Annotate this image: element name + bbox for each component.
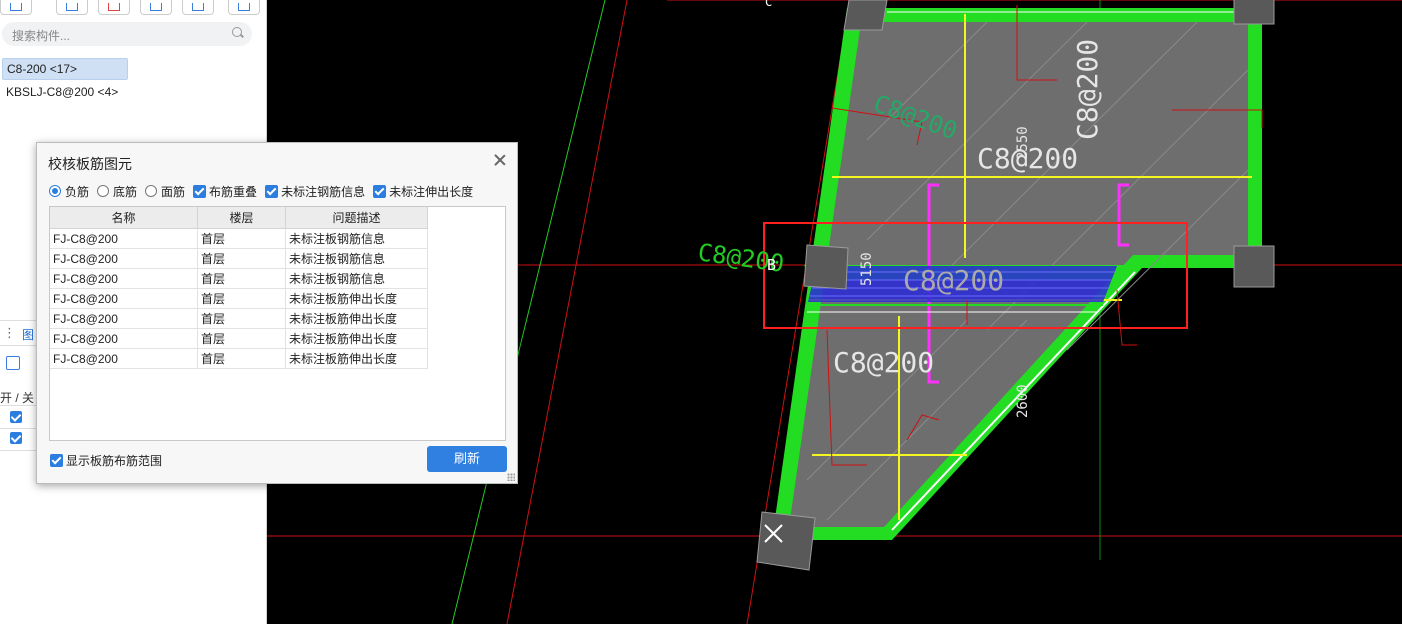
drag-handle-icon[interactable]: ⋮ [3,325,16,341]
table-row[interactable]: FJ-C8@200 首层 未标注板筋伸出长度 [50,348,428,369]
radio-label: 负筋 [65,184,90,199]
table-row[interactable]: FJ-C8@200 首层 未标注板钢筋信息 [50,248,428,269]
issue-table: 名称 楼层 问题描述 FJ-C8@200 首层 未标注板钢筋信息 FJ-C8@200… [50,207,428,369]
dimension-label: 5150 [859,252,875,286]
table-row[interactable]: FJ-C8@200 首层 未标注板筋伸出长度 [50,328,428,349]
cell-name: FJ-C8@200 [50,328,198,349]
cell-floor: 首层 [197,228,286,249]
axis-label: C [765,0,772,9]
cell-floor: 首层 [197,288,286,309]
checkbox-label: 未标注钢筋信息 [281,184,366,199]
cell-floor: 首层 [197,268,286,289]
radio-top[interactable]: 面筋 [145,183,185,200]
search-input[interactable]: 搜索构件... [12,27,70,44]
column-header-issue[interactable]: 问题描述 [285,207,428,229]
cell-floor: 首层 [197,248,286,269]
checkbox-icon[interactable] [265,184,279,198]
table-row[interactable]: FJ-C8@200 首层 未标注板钢筋信息 [50,268,428,289]
dimension-label: 2550 [1015,126,1031,160]
sort-icon[interactable] [182,0,214,15]
check-missing-length[interactable]: 未标注伸出长度 [373,183,473,200]
divider [0,428,40,429]
cell-floor: 首层 [197,348,286,369]
column-header-floor[interactable]: 楼层 [197,207,286,229]
layer-toggle-checkbox[interactable] [10,432,22,444]
rebar-label: C8@200 [1071,39,1104,140]
dimension-label: 2600 [1015,384,1031,418]
checkbox-icon[interactable] [373,184,387,198]
checkbox-label: 显示板筋布筋范围 [66,454,163,468]
component-item-selected[interactable]: C8-200 <17> [2,58,128,80]
search-icon[interactable] [232,27,242,37]
layer-settings-icon[interactable] [6,356,20,370]
radio-icon[interactable] [145,185,158,197]
more-icon[interactable] [228,0,260,15]
cell-floor: 首层 [197,328,286,349]
check-missing-info[interactable]: 未标注钢筋信息 [265,183,365,200]
table-row[interactable]: FJ-C8@200 首层 未标注板筋伸出长度 [50,288,428,309]
new-icon[interactable] [0,0,32,15]
close-icon[interactable] [493,153,507,167]
dialog-title: 校核板筋图元 [48,156,132,172]
rebar-label: C8@200 [903,264,1004,297]
table-row[interactable]: FJ-C8@200 首层 未标注板钢筋信息 [50,228,428,249]
side-tab-bar: ⋮ 图 [0,320,40,346]
radio-bottom[interactable]: 底筋 [97,183,137,200]
tab-layer[interactable]: 图 [22,326,34,343]
check-overlap[interactable]: 布筋重叠 [193,183,257,200]
divider [0,450,40,451]
table-row[interactable]: FJ-C8@200 首层 未标注板筋伸出长度 [50,308,428,329]
radio-label: 底筋 [113,184,138,199]
delete-icon[interactable] [98,0,130,15]
issue-table-container[interactable]: 名称 楼层 问题描述 FJ-C8@200 首层 未标注板钢筋信息 FJ-C8@200… [49,206,506,441]
onoff-column-header: 开 / 关 [0,391,35,405]
radio-icon[interactable] [97,185,110,197]
show-range-option[interactable]: 显示板筋布筋范围 [50,452,162,469]
radio-icon[interactable] [49,185,61,197]
cell-floor: 首层 [197,308,286,329]
divider [0,405,40,406]
radio-label: 面筋 [161,184,186,199]
axis-label: B [767,256,776,274]
cell-issue: 未标注板钢筋信息 [285,268,428,289]
cell-name: FJ-C8@200 [50,248,198,269]
cell-issue: 未标注板筋伸出长度 [285,328,428,349]
cell-issue: 未标注板钢筋信息 [285,228,428,249]
column-header-name[interactable]: 名称 [50,207,198,229]
cell-name: FJ-C8@200 [50,288,198,309]
check-slab-rebar-dialog: 校核板筋图元 负筋 底筋 面筋 布筋重叠 未标注钢筋信息 未标注伸出长度 名称 … [36,142,518,484]
layer-toggle-checkbox[interactable] [10,411,22,423]
cell-issue: 未标注板钢筋信息 [285,248,428,269]
table-header-row: 名称 楼层 问题描述 [50,207,428,229]
checkbox-label: 布筋重叠 [209,184,258,199]
refresh-button[interactable]: 刷新 [427,446,507,472]
rebar-label: C8@200 [833,346,934,379]
layer-copy-icon[interactable] [140,0,172,15]
cell-issue: 未标注板筋伸出长度 [285,348,428,369]
cell-name: FJ-C8@200 [50,228,198,249]
cell-name: FJ-C8@200 [50,268,198,289]
search-box[interactable]: 搜索构件... [2,22,252,46]
filter-options: 负筋 底筋 面筋 布筋重叠 未标注钢筋信息 未标注伸出长度 [49,183,481,199]
checkbox-icon[interactable] [50,454,63,467]
cell-issue: 未标注板筋伸出长度 [285,288,428,309]
component-item[interactable]: KBSLJ-C8@200 <4> [2,82,118,102]
cell-name: FJ-C8@200 [50,348,198,369]
cell-issue: 未标注板筋伸出长度 [285,308,428,329]
checkbox-label: 未标注伸出长度 [389,184,474,199]
copy-icon[interactable] [56,0,88,15]
resize-grip-icon[interactable] [507,473,515,481]
cell-name: FJ-C8@200 [50,308,198,329]
radio-negative[interactable]: 负筋 [49,183,89,200]
checkbox-icon[interactable] [193,184,207,198]
